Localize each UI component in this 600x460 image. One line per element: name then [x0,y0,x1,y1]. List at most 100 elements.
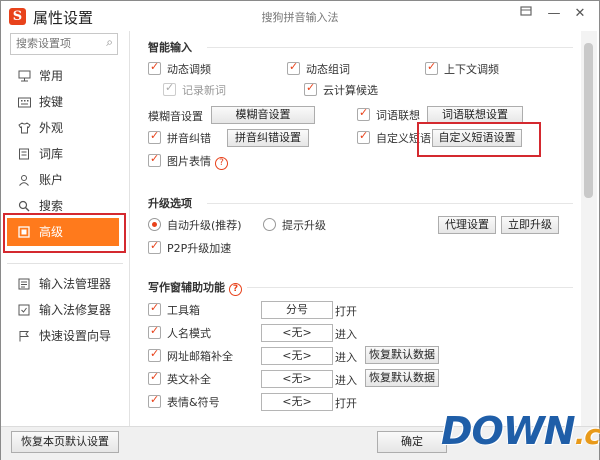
sidebar-tool-quick-setup[interactable]: 快速设置向导 [17,325,127,347]
search-input[interactable] [11,34,96,52]
checkbox-url-email-complete[interactable]: 网址邮箱补全 [148,347,233,363]
checkbox-box[interactable] [148,152,161,167]
radio-button[interactable] [148,218,161,231]
checkbox-english-complete[interactable]: 英文补全 [148,370,211,386]
hotkey-field[interactable]: 分号 [261,301,333,319]
checkbox-toolbox[interactable]: 工具箱 [148,301,200,317]
watermark-main: DOWN [441,409,576,453]
sidebar-item-label: 按键 [39,95,64,109]
sidebar-tool-input-manager[interactable]: 输入法管理器 [17,273,127,295]
sidebar-item-label: 词库 [39,147,64,161]
window-title: 搜狗拼音输入法 [261,11,339,24]
checkbox-box[interactable] [148,129,161,144]
restore-default-data-button[interactable]: 恢复默认数据 [365,346,439,364]
sidebar-item-dictionary[interactable]: 词库 [17,143,127,165]
skin-icon[interactable] [513,3,539,25]
section-separator [247,287,573,288]
checkbox-label: P2P升级加速 [167,242,232,255]
sidebar-item-label: 搜索 [39,199,64,213]
checkbox-box[interactable] [148,301,161,316]
section-separator [207,47,573,48]
restore-page-defaults-button[interactable]: 恢复本页默认设置 [11,431,119,453]
hotkey-field[interactable]: <无> [261,347,333,365]
checkbox-box[interactable] [304,81,317,96]
section-separator [207,203,573,204]
checkbox-box[interactable] [357,106,370,121]
checkbox-word-assoc[interactable]: 词语联想 [357,106,420,122]
radio-button[interactable] [263,218,276,231]
proxy-settings-button[interactable]: 代理设置 [438,216,496,234]
action-label: 进入 [335,374,357,387]
sidebar-tool-input-repair[interactable]: 输入法修复器 [17,299,127,321]
action-label: 打开 [335,305,357,318]
watermark-suffix: .cc [574,418,600,451]
hotkey-field[interactable]: <无> [261,370,333,388]
checkbox-label: 词语联想 [376,109,420,122]
hotkey-field[interactable]: <无> [261,324,333,342]
action-label: 进入 [335,328,357,341]
checkbox-box[interactable] [148,239,161,254]
sidebar-item-label: 外观 [39,121,64,135]
repair-icon [17,304,31,318]
checkbox-box[interactable] [357,129,370,144]
sidebar-item-account[interactable]: 账户 [17,169,127,191]
checkbox-name-mode[interactable]: 人名模式 [148,324,211,340]
sidebar-tool-label: 输入法修复器 [39,303,112,317]
hotkey-field[interactable]: <无> [261,393,333,411]
sidebar-item-keys[interactable]: 按键 [17,91,127,113]
section-title-writing: 写作窗辅助功能? [148,279,242,296]
close-icon[interactable]: ✕ [567,3,593,25]
checkbox-label: 动态组词 [306,63,350,76]
checkbox-box[interactable] [148,347,161,362]
help-icon[interactable]: ? [229,283,242,296]
checkbox-dynamic-combine[interactable]: 动态组词 [287,60,350,76]
shirt-icon [17,122,31,136]
checkbox-context-freq[interactable]: 上下文调频 [425,60,499,76]
search-box[interactable]: ⌕ [10,33,118,55]
checkbox-record-new[interactable]: 记录新词 [163,81,226,97]
scrollbar-thumb[interactable] [584,43,593,198]
section-title-smart-input: 智能输入 [148,41,192,54]
user-icon [17,174,31,188]
ok-button[interactable]: 确定 [377,431,447,453]
checkbox-box[interactable] [148,370,161,385]
action-label: 打开 [335,397,357,410]
checkbox-pinyin-correct[interactable]: 拼音纠错 [148,129,211,145]
checkbox-cloud-candidate[interactable]: 云计算候选 [304,81,378,97]
action-label: 进入 [335,351,357,364]
highlight-box-advanced [3,213,126,253]
sidebar-item-label: 常用 [39,69,64,83]
pinyin-correct-settings-button[interactable]: 拼音纠错设置 [227,129,309,147]
checkbox-dynamic-freq[interactable]: 动态调频 [148,60,211,76]
minimize-icon[interactable]: — [541,3,567,25]
sidebar-item-appearance[interactable]: 外观 [17,117,127,139]
settings-window: S 属性设置 搜狗拼音输入法 — ✕ ⌕ 常用 按键 外观 词库 账 [0,0,600,460]
checkbox-label: 拼音纠错 [167,132,211,145]
checkbox-p2p[interactable]: P2P升级加速 [148,239,232,255]
radio-label: 自动升级(推荐) [167,219,242,232]
checkbox-emoji-symbols[interactable]: 表情&符号 [148,393,220,409]
checkbox-label: 表情&符号 [167,396,220,409]
flag-icon [17,330,31,344]
checkbox-box[interactable] [148,393,161,408]
restore-default-data-button[interactable]: 恢复默认数据 [365,369,439,387]
checkbox-label: 上下文调频 [444,63,499,76]
sidebar-item-common[interactable]: 常用 [17,65,127,87]
monitor-icon [17,70,31,84]
checkbox-box[interactable] [287,60,300,75]
book-icon [17,148,31,162]
radio-prompt-upgrade[interactable]: 提示升级 [263,218,326,232]
fuzzy-settings-button[interactable]: 模糊音设置 [211,106,315,124]
help-icon[interactable]: ? [215,157,228,170]
checkbox-image-emoji[interactable]: 图片表情? [148,152,228,170]
watermark-text: DOWN.cc [441,409,600,453]
checkbox-box[interactable] [163,81,176,96]
checkbox-label: 工具箱 [167,304,200,317]
checkbox-box[interactable] [425,60,438,75]
checkbox-box[interactable] [148,60,161,75]
radio-auto-upgrade[interactable]: 自动升级(推荐) [148,218,242,232]
manager-icon [17,278,31,292]
search-icon[interactable]: ⌕ [106,35,113,50]
upgrade-now-button[interactable]: 立即升级 [501,216,559,234]
checkbox-box[interactable] [148,324,161,339]
